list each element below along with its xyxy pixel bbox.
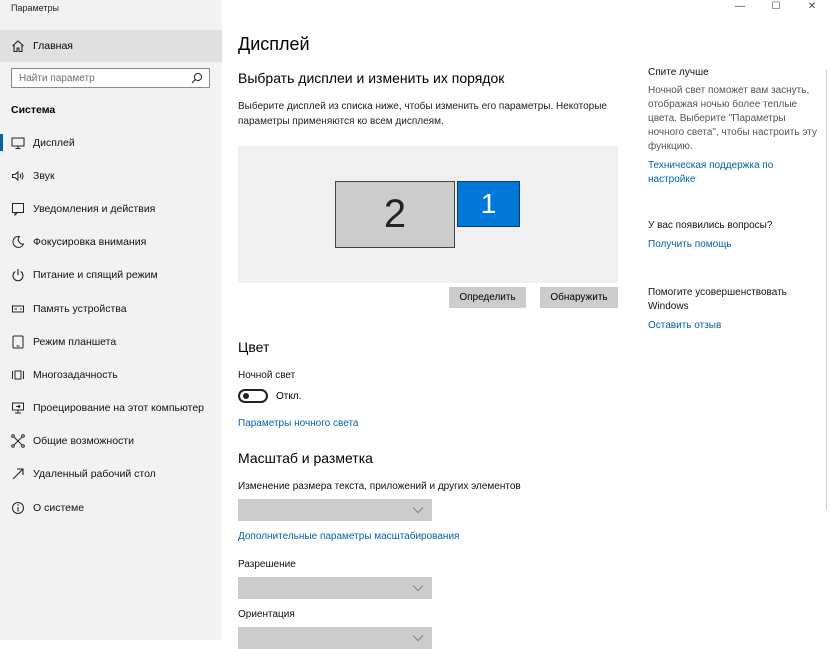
sidebar-item-shared-experiences[interactable]: Общие возможности (0, 425, 222, 458)
sidebar: Параметры Главная Система Дисплей Звук (0, 0, 222, 640)
resolution-dropdown[interactable] (238, 577, 432, 599)
toggle-knob (243, 393, 249, 399)
sidebar-home-label: Главная (33, 40, 73, 52)
chevron-down-icon (412, 584, 424, 592)
text-size-label: Изменение размера текста, приложений и д… (238, 481, 521, 492)
night-light-state: Откл. (276, 391, 302, 402)
home-icon (11, 39, 25, 53)
sidebar-section-heading: Система (11, 104, 56, 116)
arrange-description: Выберите дисплей из списка ниже, чтобы и… (238, 101, 607, 127)
chevron-down-icon (412, 634, 424, 642)
arrange-heading: Выбрать дисплеи и изменить их порядок (238, 70, 505, 86)
sidebar-item-notifications[interactable]: Уведомления и действия (0, 192, 222, 225)
monitor-1[interactable]: 1 (457, 181, 520, 227)
improve-heading: Помогите усовершенствовать Windows (648, 287, 787, 312)
night-light-settings-link[interactable]: Параметры ночного света (238, 418, 358, 429)
orientation-label: Ориентация (238, 609, 295, 620)
storage-icon (11, 302, 25, 316)
search-input[interactable] (12, 71, 191, 85)
monitor-icon (11, 136, 25, 150)
app-title: Параметры (11, 3, 59, 13)
give-feedback-link[interactable]: Оставить отзыв (648, 319, 818, 333)
sidebar-item-label: Дисплей (33, 136, 75, 149)
identify-button[interactable]: Определить (449, 287, 526, 308)
power-icon (11, 268, 25, 282)
color-heading: Цвет (238, 339, 270, 355)
scrollbar[interactable] (826, 70, 827, 510)
tablet-icon (11, 335, 25, 349)
sidebar-item-label: Память устройства (33, 302, 127, 315)
resolution-label: Разрешение (238, 559, 296, 570)
moon-icon (11, 235, 25, 249)
advanced-scaling-link[interactable]: Дополнительные параметры масштабирования (238, 531, 459, 542)
night-light-toggle[interactable] (238, 389, 268, 403)
display-arrangement-area: 2 1 (238, 146, 618, 283)
page-title: Дисплей (238, 34, 310, 54)
related-panel: Спите лучше Ночной свет поможет вам засн… (648, 0, 820, 640)
speaker-icon (11, 169, 25, 183)
sidebar-item-label: Общие возможности (33, 435, 134, 448)
sidebar-item-sound[interactable]: Звук (0, 159, 222, 192)
remote-desktop-icon (11, 467, 25, 481)
sidebar-item-label: Питание и спящий режим (33, 269, 158, 282)
sidebar-item-tablet[interactable]: Режим планшета (0, 325, 222, 358)
sidebar-item-storage[interactable]: Память устройства (0, 292, 222, 325)
monitor-2[interactable]: 2 (335, 181, 455, 248)
sidebar-home[interactable]: Главная (0, 30, 222, 62)
search-icon[interactable] (191, 72, 203, 84)
detect-button[interactable]: Обнаружить (540, 287, 618, 308)
sidebar-item-display[interactable]: Дисплей (0, 126, 222, 159)
sidebar-item-remote-desktop[interactable]: Удаленный рабочий стол (0, 458, 222, 491)
setup-support-link[interactable]: Техническая поддержка по настройке (648, 159, 818, 187)
sidebar-item-label: Уведомления и действия (33, 202, 156, 215)
sidebar-item-label: О системе (33, 501, 85, 514)
sidebar-item-label: Фокусировка внимания (33, 236, 147, 249)
sidebar-nav: Дисплей Звук Уведомления и действия Фоку… (0, 126, 222, 524)
main-content: Дисплей Выбрать дисплеи и изменить их по… (222, 0, 642, 649)
sidebar-item-power[interactable]: Питание и спящий режим (0, 259, 222, 292)
orientation-dropdown[interactable] (238, 627, 432, 649)
info-icon (11, 501, 25, 515)
multitasking-icon (11, 368, 25, 382)
sidebar-item-projecting[interactable]: Проецирование на этот компьютер (0, 392, 222, 425)
search-box (11, 68, 210, 88)
sidebar-item-label: Проецирование на этот компьютер (33, 402, 204, 415)
questions-heading: У вас появились вопросы? (648, 220, 773, 231)
scale-heading: Масштаб и разметка (238, 450, 373, 466)
sidebar-item-about[interactable]: О системе (0, 491, 222, 524)
sidebar-item-focus-assist[interactable]: Фокусировка внимания (0, 226, 222, 259)
chevron-down-icon (412, 506, 424, 514)
sidebar-item-label: Многозадачность (33, 368, 118, 381)
sidebar-item-label: Звук (33, 169, 55, 182)
notification-icon (11, 202, 25, 216)
sidebar-item-label: Удаленный рабочий стол (33, 468, 156, 481)
shared-experiences-icon (11, 434, 25, 449)
sidebar-item-multitasking[interactable]: Многозадачность (0, 358, 222, 391)
sleep-better-text: Ночной свет поможет вам заснуть, отображ… (648, 85, 817, 152)
night-light-label: Ночной свет (238, 370, 296, 381)
sidebar-item-label: Режим планшета (33, 335, 117, 348)
text-size-dropdown[interactable] (238, 499, 432, 521)
sleep-better-heading: Спите лучше (648, 67, 709, 78)
projecting-icon (11, 401, 25, 415)
get-help-link[interactable]: Получить помощь (648, 238, 818, 252)
